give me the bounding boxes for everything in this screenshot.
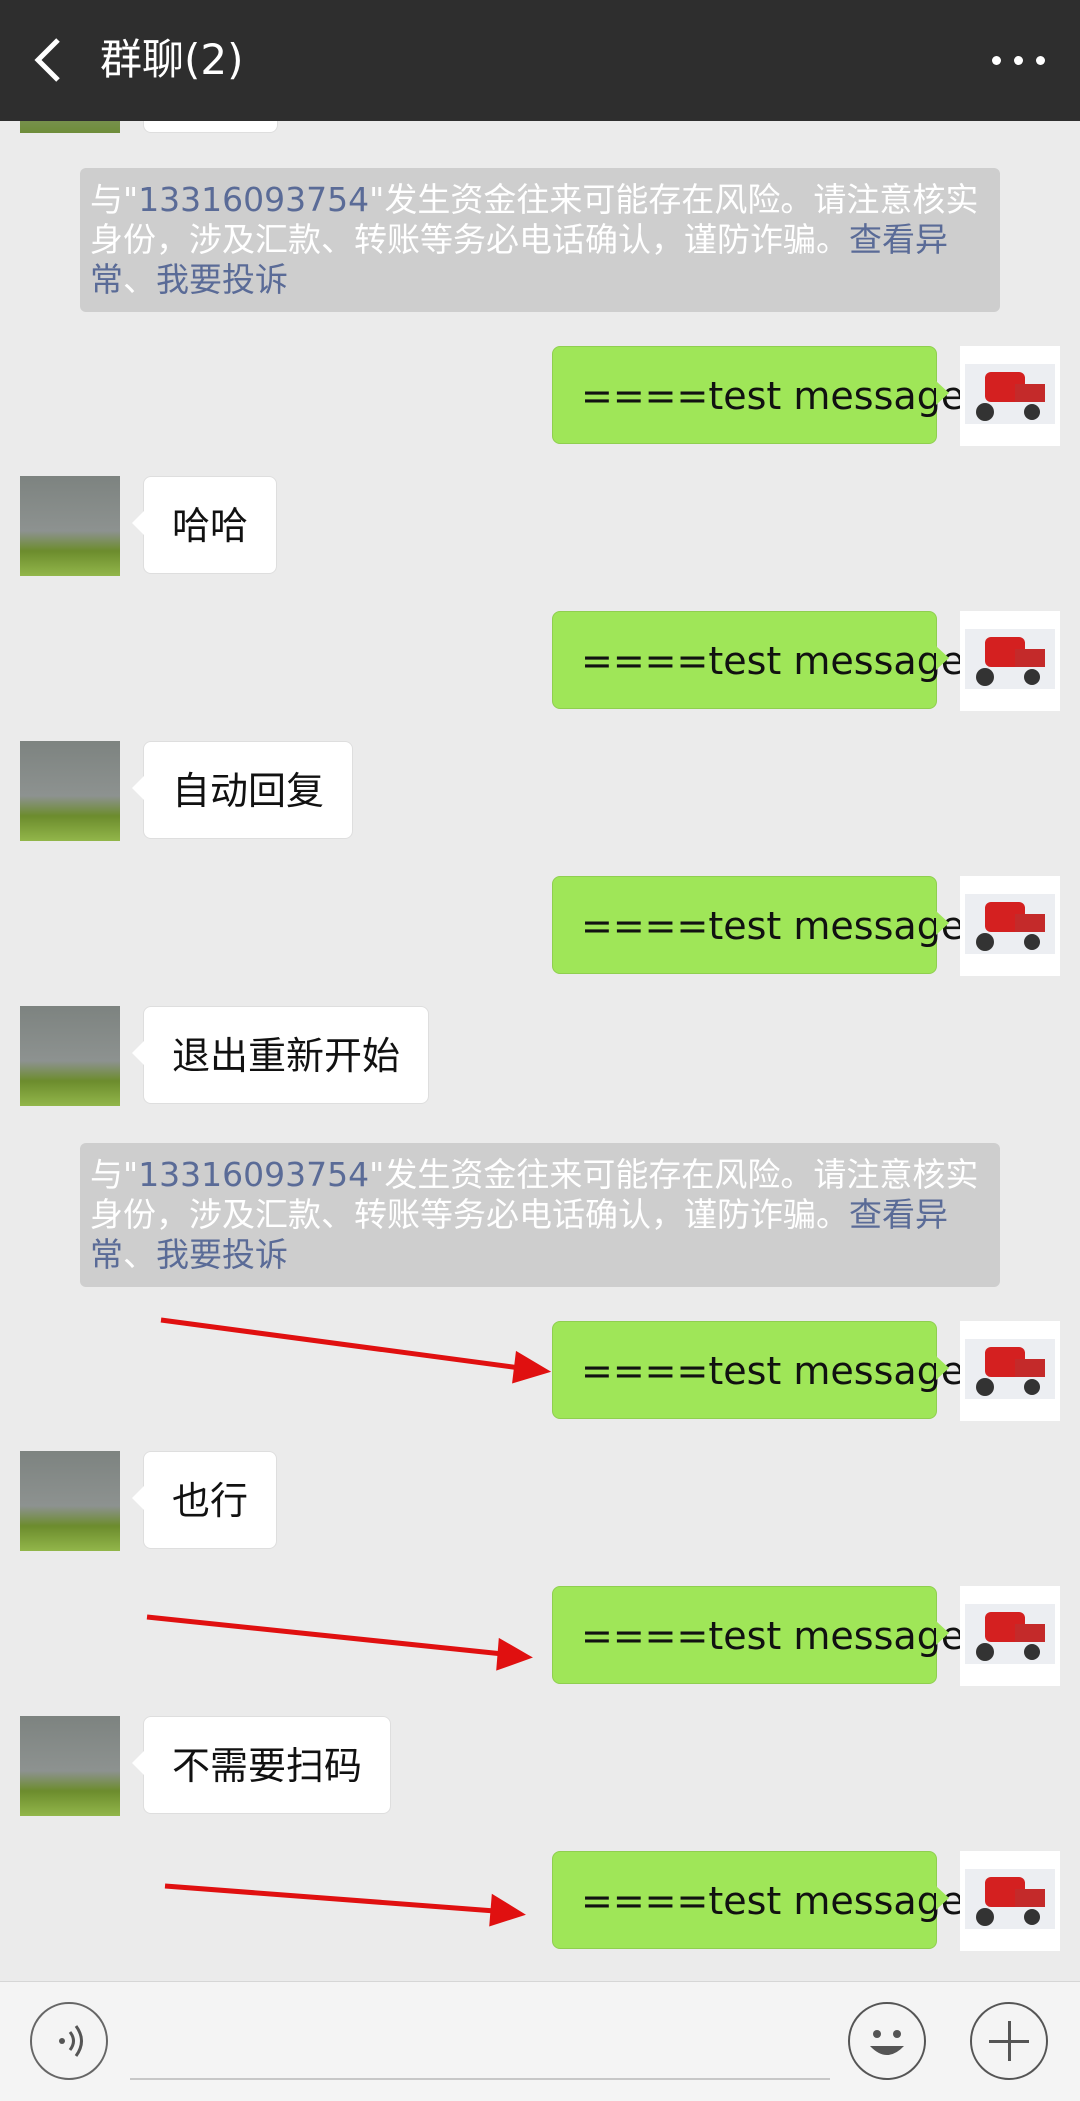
back-chevron-icon[interactable] [30,36,70,84]
top-bar: 群聊(2) [0,0,1080,121]
contact-avatar[interactable] [20,1451,120,1551]
cart-avatar-icon [965,894,1055,954]
outgoing-message-bubble[interactable]: ====test message [552,876,964,974]
cart-avatar-icon [965,364,1055,424]
cart-avatar-icon [965,1869,1055,1929]
cart-avatar-icon [965,1604,1055,1664]
more-dots-icon[interactable] [990,50,1050,70]
incoming-message-bubble[interactable]: 也行 [131,1451,278,1549]
outgoing-message-bubble[interactable]: ====test message [552,1321,964,1419]
self-avatar[interactable] [960,876,1060,976]
incoming-message-bubble[interactable]: 自动回复 [131,741,354,839]
report-link[interactable]: 我要投诉 [156,260,288,299]
self-avatar[interactable] [960,1321,1060,1421]
annotation-arrow [164,1883,526,1927]
chat-area[interactable]: 与"13316093754"发生资金往来可能存在风险。请注意核实身份，涉及汇款、… [0,121,1080,1981]
message-input[interactable] [130,2078,830,2080]
self-avatar[interactable] [960,1586,1060,1686]
incoming-message-bubble[interactable]: 哈哈 [131,476,278,574]
voice-icon[interactable] [30,2002,108,2080]
contact-avatar[interactable] [20,476,120,576]
incoming-message-bubble[interactable]: 不需要扫码 [131,1716,392,1814]
annotation-arrow [146,1614,533,1671]
outgoing-message-bubble[interactable]: ====test message [552,1851,964,1949]
cart-avatar-icon [965,629,1055,689]
self-avatar[interactable] [960,611,1060,711]
contact-avatar[interactable] [20,741,120,841]
chat-title: 群聊(2) [100,35,244,84]
incoming-message-bubble[interactable]: 退出重新开始 [131,1006,430,1104]
outgoing-message-bubble[interactable]: ====test message [552,346,964,444]
phone-number: 13316093754 [138,180,370,219]
contact-avatar[interactable] [20,121,120,133]
cart-avatar-icon [965,1339,1055,1399]
self-avatar[interactable] [960,1851,1060,1951]
outgoing-message-bubble[interactable]: ====test message [552,611,964,709]
self-avatar[interactable] [960,346,1060,446]
contact-avatar[interactable] [20,1006,120,1106]
input-bar [0,1981,1080,2101]
outgoing-message-bubble[interactable]: ====test message [552,1586,964,1684]
phone-number: 13316093754 [138,1155,370,1194]
annotation-arrow [160,1317,552,1384]
partial-message-bubble[interactable] [143,121,278,133]
report-link[interactable]: 我要投诉 [156,1235,288,1274]
emoji-icon[interactable] [848,2002,926,2080]
plus-icon[interactable] [970,2002,1048,2080]
contact-avatar[interactable] [20,1716,120,1816]
risk-warning-notice: 与"13316093754"发生资金往来可能存在风险。请注意核实身份，涉及汇款、… [80,168,1000,312]
risk-warning-notice: 与"13316093754"发生资金往来可能存在风险。请注意核实身份，涉及汇款、… [80,1143,1000,1287]
